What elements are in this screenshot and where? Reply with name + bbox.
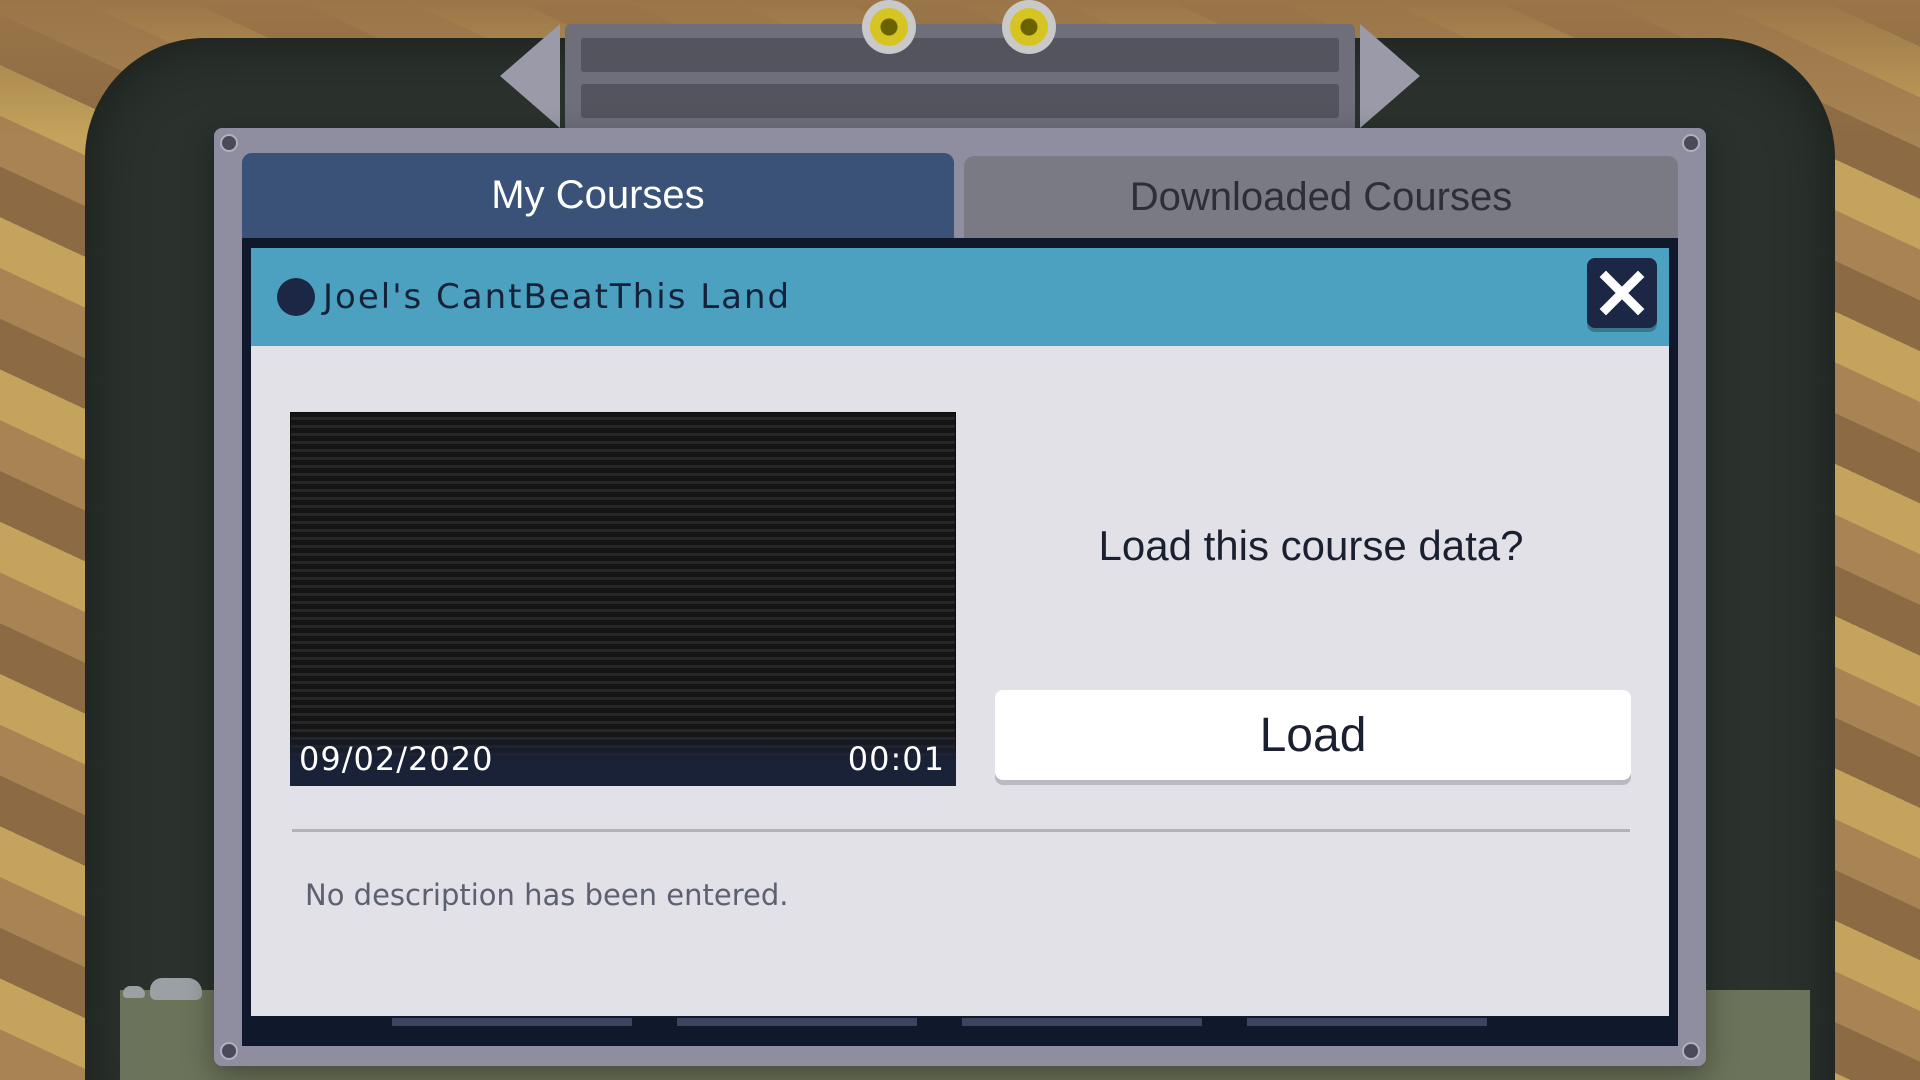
machine-slot: [581, 84, 1339, 118]
top-machine-decoration: [565, 24, 1355, 132]
divider: [292, 829, 1630, 832]
course-header: Joel's CantBeatThis Land: [251, 248, 1669, 346]
load-prompt: Load this course data?: [1098, 522, 1524, 569]
bolt-eye-icon: [862, 0, 916, 54]
screw-icon: [1682, 134, 1700, 152]
course-panel-border: Joel's CantBeatThis Land 09/02/2020 00:0…: [242, 238, 1678, 1046]
footer-slot: [1247, 1018, 1487, 1026]
left-horn-decoration: [500, 24, 560, 128]
course-title: Joel's CantBeatThis Land: [323, 277, 792, 317]
course-window-frame: My Courses Downloaded Courses Joel's Can…: [214, 128, 1706, 1066]
footer-slots-decoration: [392, 1018, 1512, 1026]
rock-decoration: [150, 978, 202, 1000]
course-thumbnail: 09/02/2020 00:01: [290, 412, 956, 786]
close-button[interactable]: [1587, 258, 1657, 328]
screw-icon: [220, 134, 238, 152]
machine-slot: [581, 38, 1339, 72]
footer-slot: [392, 1018, 632, 1026]
rock-decoration: [123, 986, 145, 998]
course-detail-panel: Joel's CantBeatThis Land 09/02/2020 00:0…: [251, 248, 1669, 1016]
bolt-eye-icon: [1002, 0, 1056, 54]
screw-icon: [220, 1042, 238, 1060]
background-scene: My Courses Downloaded Courses Joel's Can…: [0, 0, 1920, 1080]
course-date: 09/02/2020: [299, 740, 494, 778]
course-time: 00:01: [847, 740, 945, 778]
tab-bar: My Courses Downloaded Courses: [242, 153, 1678, 238]
footer-slot: [677, 1018, 917, 1026]
course-status-dot-icon: [277, 278, 315, 316]
load-button[interactable]: Load: [995, 690, 1631, 780]
course-description: No description has been entered.: [305, 878, 789, 912]
tab-downloaded-courses[interactable]: Downloaded Courses: [964, 156, 1678, 238]
tab-my-courses[interactable]: My Courses: [242, 153, 954, 238]
footer-slot: [962, 1018, 1202, 1026]
right-horn-decoration: [1360, 24, 1420, 128]
close-icon: [1599, 270, 1645, 316]
screw-icon: [1682, 1042, 1700, 1060]
